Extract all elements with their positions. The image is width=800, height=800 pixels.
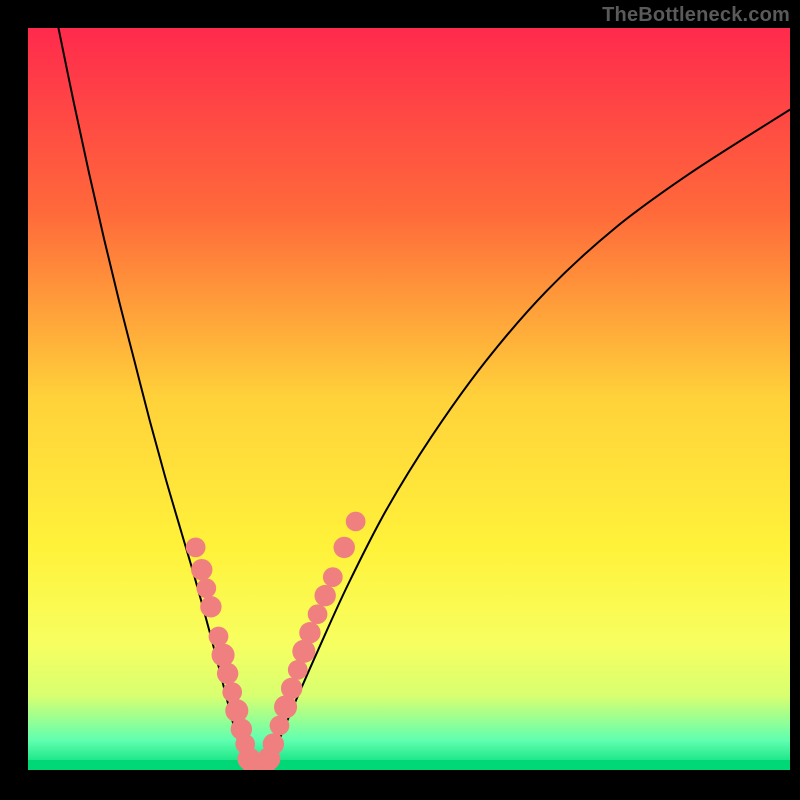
data-marker [334, 537, 355, 558]
plot-background [28, 28, 790, 770]
data-marker [270, 716, 290, 736]
data-marker [196, 578, 216, 598]
data-marker [299, 622, 320, 643]
data-marker [308, 604, 328, 624]
watermark-text: TheBottleneck.com [602, 4, 790, 27]
data-marker [209, 627, 229, 647]
data-marker [186, 538, 206, 558]
data-marker [346, 512, 366, 532]
data-marker [323, 567, 343, 587]
chart-svg [0, 0, 800, 800]
data-marker [200, 596, 221, 617]
data-marker [212, 643, 235, 666]
data-marker [314, 585, 335, 606]
data-marker [222, 682, 242, 702]
data-marker [281, 678, 302, 699]
data-marker [288, 660, 308, 680]
data-marker [263, 733, 284, 754]
data-marker [217, 663, 238, 684]
data-marker [225, 699, 248, 722]
data-marker [191, 559, 212, 580]
baseline-strip [28, 760, 790, 770]
chart-stage: TheBottleneck.com [0, 0, 800, 800]
